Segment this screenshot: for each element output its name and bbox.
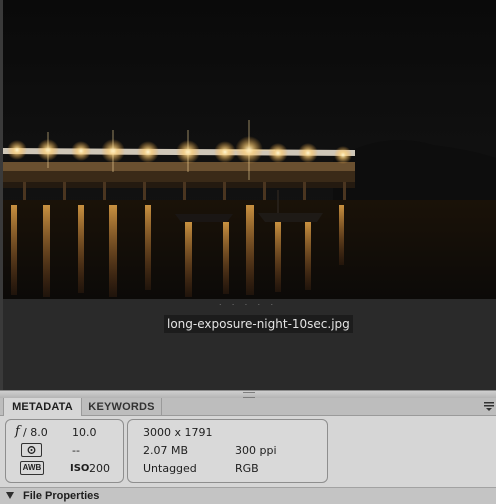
file-info-box: 3000 x 1791 2.07 MB 300 ppi Untagged RGB xyxy=(127,419,328,483)
file-properties-section-header[interactable]: File Properties xyxy=(0,487,496,504)
file-size: 2.07 MB xyxy=(143,444,189,457)
white-balance-icon: AWB xyxy=(20,461,44,475)
exposure-compensation: -- xyxy=(72,444,80,457)
iso-label: ISO xyxy=(70,463,90,474)
file-properties-label: File Properties xyxy=(23,490,100,502)
image-dimensions: 3000 x 1791 xyxy=(143,426,213,439)
preview-pane: · · · · · long-exposure-night-10sec.jpg xyxy=(0,0,496,390)
iso-value: 200 xyxy=(89,462,110,475)
disclosure-triangle-icon[interactable] xyxy=(6,492,14,499)
panel-menu-icon[interactable] xyxy=(484,402,494,411)
filename-label[interactable]: long-exposure-night-10sec.jpg xyxy=(164,315,353,333)
metering-icon xyxy=(21,443,42,457)
photo-thumbnail[interactable] xyxy=(3,0,496,299)
color-profile: Untagged xyxy=(143,462,197,475)
page-indicator-dots: · · · · · xyxy=(218,300,278,309)
aperture-value: / 8.0 xyxy=(23,426,48,439)
camera-data-box: f / 8.0 10.0 -- AWB ISO 200 xyxy=(5,419,124,483)
color-mode: RGB xyxy=(235,462,259,475)
resolution: 300 ppi xyxy=(235,444,277,457)
metadata-panel: METADATA KEYWORDS f / 8.0 10.0 -- AWB IS… xyxy=(0,398,496,504)
aperture-symbol: f xyxy=(15,424,20,439)
tab-metadata[interactable]: METADATA xyxy=(3,398,82,416)
panel-tab-bar: METADATA KEYWORDS xyxy=(0,398,496,416)
tab-keywords[interactable]: KEYWORDS xyxy=(82,398,162,415)
panel-resize-divider[interactable] xyxy=(0,390,496,398)
shutter-speed: 10.0 xyxy=(72,426,97,439)
